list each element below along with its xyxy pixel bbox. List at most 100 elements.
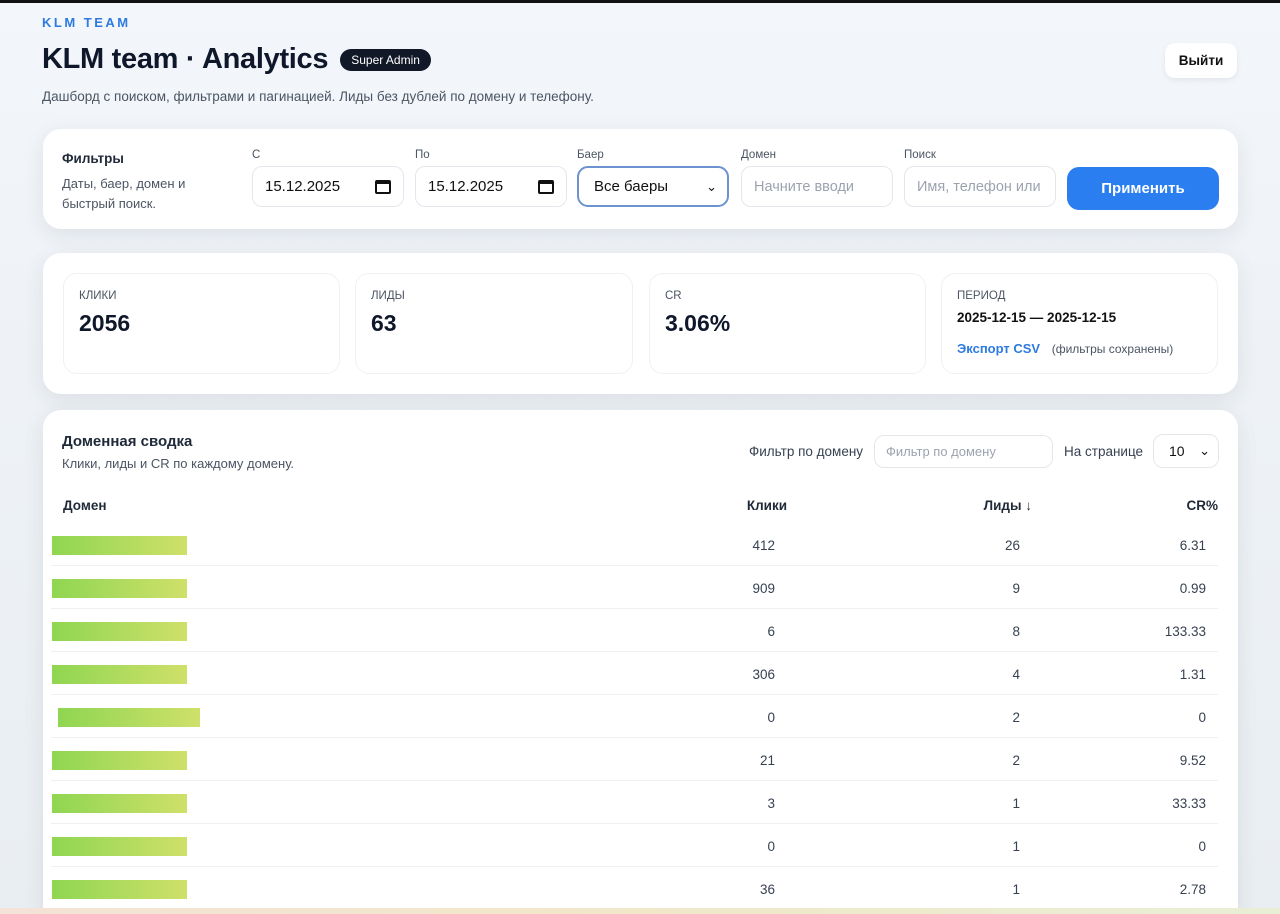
clicks-cell: 412 xyxy=(752,538,775,553)
per-page-select[interactable]: 10 ⌄ xyxy=(1153,434,1219,468)
column-header-domain[interactable]: Домен xyxy=(63,498,107,513)
cr-stat: CR 3.06% xyxy=(649,273,926,374)
domain-summary-title: Доменная сводка xyxy=(62,433,193,450)
cr-cell: 0 xyxy=(1198,710,1206,725)
leads-cell: 8 xyxy=(1012,624,1020,639)
table-row[interactable]: 21 2 9.52 xyxy=(51,738,1218,781)
stats-panel: КЛИКИ 2056 ЛИДЫ 63 CR 3.06% ПЕРИОД 2025-… xyxy=(43,253,1238,394)
calendar-icon[interactable] xyxy=(375,179,391,194)
buyer-label: Баер xyxy=(577,149,604,161)
table-row[interactable]: 3 1 33.33 xyxy=(51,781,1218,824)
cr-cell: 1.31 xyxy=(1179,667,1206,682)
table-row[interactable]: 909 9 0.99 xyxy=(51,566,1218,609)
domain-summary-subtitle: Клики, лиды и CR по каждому домену. xyxy=(62,456,295,471)
table-row[interactable]: 0 1 0 xyxy=(51,824,1218,867)
date-to-value: 15.12.2025 xyxy=(428,178,504,195)
leads-cell: 1 xyxy=(1012,796,1020,811)
table-row[interactable]: 412 26 6.31 xyxy=(51,523,1218,566)
buyer-select-value: Все баеры xyxy=(594,178,669,195)
table-row[interactable]: 6 8 133.33 xyxy=(51,609,1218,652)
bottom-strip xyxy=(0,908,1280,914)
cr-cell: 33.33 xyxy=(1172,796,1206,811)
export-csv-link[interactable]: Экспорт CSV xyxy=(957,341,1040,356)
clicks-cell: 0 xyxy=(767,839,775,854)
cr-cell: 9.52 xyxy=(1179,753,1206,768)
export-row: Экспорт CSV (фильтры сохранены) xyxy=(957,341,1202,356)
logout-button[interactable]: Выйти xyxy=(1165,43,1237,78)
domain-name-bar xyxy=(52,536,187,555)
date-from-value: 15.12.2025 xyxy=(265,178,341,195)
search-input[interactable]: Имя, телефон или xyxy=(904,166,1056,207)
domain-name-bar xyxy=(52,751,187,770)
clicks-cell: 306 xyxy=(752,667,775,682)
domain-name-bar xyxy=(52,622,187,641)
leads-cell: 1 xyxy=(1012,882,1020,897)
leads-cell: 9 xyxy=(1012,581,1020,596)
domain-name-bar xyxy=(52,794,187,813)
date-from-field: С 15.12.2025 xyxy=(252,149,404,207)
table-row[interactable]: 36 1 2.78 xyxy=(51,867,1218,910)
date-to-field: По 15.12.2025 xyxy=(415,149,567,207)
domain-summary-panel: Доменная сводка Клики, лиды и CR по кажд… xyxy=(43,410,1238,914)
domain-label: Домен xyxy=(741,149,776,161)
chevron-down-icon: ⌄ xyxy=(706,178,717,194)
clicks-cell: 909 xyxy=(752,581,775,596)
domain-name-bar xyxy=(52,665,187,684)
column-header-clicks[interactable]: Клики xyxy=(747,498,787,513)
clicks-stat-label: КЛИКИ xyxy=(79,290,117,302)
domain-filter-input[interactable]: Фильтр по домену xyxy=(874,435,1053,468)
cr-cell: 6.31 xyxy=(1179,538,1206,553)
leads-stat-value: 63 xyxy=(371,310,397,336)
date-to-input[interactable]: 15.12.2025 xyxy=(415,166,567,207)
per-page-value: 10 xyxy=(1169,443,1185,459)
table-row[interactable]: 0 2 0 xyxy=(51,695,1218,738)
search-field: Поиск Имя, телефон или xyxy=(904,149,1056,207)
apply-button[interactable]: Применить xyxy=(1067,167,1219,210)
brand-label: KLM TEAM xyxy=(42,15,131,30)
filters-heading: Фильтры Даты, баер, домен и быстрый поис… xyxy=(62,151,212,214)
cr-stat-label: CR xyxy=(665,290,682,302)
clicks-stat: КЛИКИ 2056 xyxy=(63,273,340,374)
leads-cell: 4 xyxy=(1012,667,1020,682)
page-subtitle: Дашборд с поиском, фильтрами и пагинацие… xyxy=(42,89,594,104)
search-label: Поиск xyxy=(904,149,936,161)
domain-name-bar xyxy=(52,837,187,856)
period-stat: ПЕРИОД 2025-12-15 — 2025-12-15 Экспорт C… xyxy=(941,273,1218,374)
page-header: KLM team · Analytics Super Admin xyxy=(42,43,431,76)
clicks-stat-value: 2056 xyxy=(79,310,131,336)
period-stat-label: ПЕРИОД xyxy=(957,290,1006,302)
date-to-label: По xyxy=(415,149,430,161)
domain-name-bar xyxy=(58,708,200,727)
cr-stat-value: 3.06% xyxy=(665,310,731,336)
calendar-icon[interactable] xyxy=(538,179,554,194)
leads-stat: ЛИДЫ 63 xyxy=(355,273,633,374)
table-row[interactable]: 306 4 1.31 xyxy=(51,652,1218,695)
page-title: KLM team · Analytics xyxy=(42,43,329,75)
clicks-cell: 6 xyxy=(767,624,775,639)
leads-cell: 2 xyxy=(1012,753,1020,768)
period-stat-value: 2025-12-15 — 2025-12-15 xyxy=(957,310,1117,325)
buyer-field: Баер Все баеры ⌄ xyxy=(577,149,729,207)
role-badge: Super Admin xyxy=(340,48,431,71)
chevron-down-icon: ⌄ xyxy=(1199,443,1210,458)
domain-name-bar xyxy=(52,579,187,598)
filters-description: Даты, баер, домен и быстрый поиск. xyxy=(62,176,186,211)
filters-panel: Фильтры Даты, баер, домен и быстрый поис… xyxy=(43,129,1238,229)
leads-cell: 26 xyxy=(1004,538,1020,553)
export-note: (фильтры сохранены) xyxy=(1051,342,1174,356)
date-from-label: С xyxy=(252,149,261,161)
domain-input[interactable]: Начните вводи xyxy=(741,166,893,207)
column-header-leads[interactable]: Лиды ↓ xyxy=(984,498,1032,513)
clicks-cell: 0 xyxy=(767,710,775,725)
domain-field: Домен Начните вводи xyxy=(741,149,893,207)
clicks-cell: 21 xyxy=(759,753,775,768)
cr-cell: 0 xyxy=(1198,839,1206,854)
per-page-label: На странице xyxy=(1064,444,1144,459)
buyer-select[interactable]: Все баеры ⌄ xyxy=(577,166,729,207)
filters-title: Фильтры xyxy=(62,151,124,166)
domain-name-bar xyxy=(52,880,187,899)
column-header-cr[interactable]: CR% xyxy=(1186,498,1218,513)
cr-cell: 0.99 xyxy=(1179,581,1206,596)
date-from-input[interactable]: 15.12.2025 xyxy=(252,166,404,207)
clicks-cell: 3 xyxy=(767,796,775,811)
